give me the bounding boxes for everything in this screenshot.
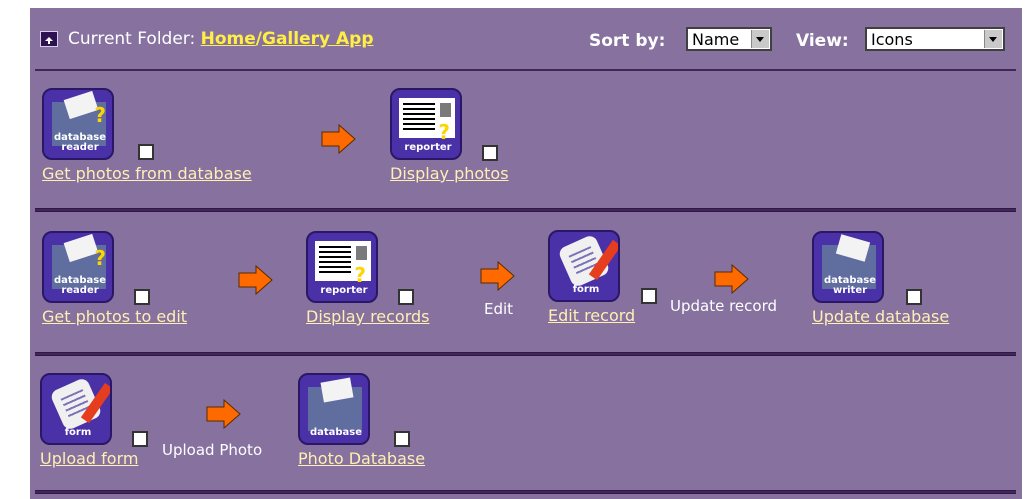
reporter-icon-label: reporter bbox=[404, 142, 452, 153]
node-link[interactable]: Edit record bbox=[548, 306, 635, 325]
form-icon[interactable]: form bbox=[548, 230, 620, 302]
node-link[interactable]: Display photos bbox=[390, 164, 509, 183]
up-folder-icon[interactable] bbox=[40, 31, 58, 47]
current-folder-label: Current Folder: Home/Gallery App bbox=[68, 29, 374, 49]
arrow-right-icon bbox=[480, 260, 515, 292]
node-link[interactable]: Get photos to edit bbox=[42, 307, 187, 326]
database-writer-icon[interactable]: database writer bbox=[812, 231, 884, 303]
node-checkbox[interactable] bbox=[138, 144, 154, 160]
view-select[interactable]: Icons bbox=[865, 27, 1005, 51]
node-checkbox[interactable] bbox=[134, 289, 150, 305]
node-checkbox[interactable] bbox=[906, 289, 922, 305]
view-chevron-down-icon[interactable] bbox=[984, 30, 1002, 48]
reporter-icon[interactable]: ? reporter bbox=[390, 88, 462, 160]
arrow-right-icon bbox=[238, 264, 273, 296]
form-icon-label: form bbox=[64, 427, 92, 438]
node-link[interactable]: Upload form bbox=[40, 449, 138, 468]
node-link[interactable]: Get photos from database bbox=[42, 164, 252, 183]
sort-select[interactable]: Name bbox=[686, 27, 772, 51]
database-reader-icon-label: database reader bbox=[53, 275, 107, 296]
view-selected-value: Icons bbox=[871, 30, 913, 49]
connector-label: Update record bbox=[670, 297, 778, 315]
reporter-icon[interactable]: ? reporter bbox=[306, 231, 378, 303]
sort-by-label: Sort by: bbox=[589, 31, 666, 51]
arrow-right-icon bbox=[321, 123, 356, 155]
row-divider bbox=[35, 352, 1016, 356]
folder-header: Current Folder: Home/Gallery App Sort by… bbox=[30, 8, 1022, 70]
sort-selected-value: Name bbox=[692, 30, 740, 49]
node-checkbox[interactable] bbox=[398, 289, 414, 305]
current-folder-text: Current Folder: bbox=[68, 29, 196, 49]
database-icon[interactable]: database bbox=[298, 373, 370, 445]
breadcrumb-gallery-app-link[interactable]: Gallery App bbox=[262, 29, 374, 49]
database-reader-icon[interactable]: ? database reader bbox=[42, 88, 114, 160]
arrow-right-icon bbox=[714, 263, 749, 295]
sort-chevron-down-icon[interactable] bbox=[751, 30, 769, 48]
database-writer-icon-label: database writer bbox=[823, 275, 877, 296]
connector-label: Upload Photo bbox=[162, 441, 263, 459]
row-divider bbox=[35, 490, 1016, 494]
database-reader-icon-label: database reader bbox=[53, 132, 107, 153]
node-checkbox[interactable] bbox=[482, 145, 498, 161]
node-checkbox[interactable] bbox=[394, 431, 410, 447]
node-checkbox[interactable] bbox=[641, 288, 657, 304]
node-link[interactable]: Update database bbox=[812, 307, 949, 326]
form-icon-label: form bbox=[572, 284, 600, 295]
breadcrumb-home-link[interactable]: Home bbox=[201, 29, 256, 49]
database-reader-icon[interactable]: ? database reader bbox=[42, 231, 114, 303]
arrow-right-icon bbox=[206, 398, 241, 430]
form-icon[interactable]: form bbox=[40, 373, 112, 445]
node-link[interactable]: Photo Database bbox=[298, 449, 425, 468]
row-divider bbox=[35, 208, 1016, 212]
database-icon-label: database bbox=[309, 427, 363, 438]
connector-label: Edit bbox=[484, 300, 514, 318]
node-link[interactable]: Display records bbox=[306, 307, 430, 326]
gallery-app-panel: Current Folder: Home/Gallery App Sort by… bbox=[30, 8, 1022, 499]
node-checkbox[interactable] bbox=[132, 431, 148, 447]
header-divider bbox=[35, 69, 1016, 71]
view-label: View: bbox=[796, 31, 849, 51]
reporter-icon-label: reporter bbox=[320, 285, 368, 296]
